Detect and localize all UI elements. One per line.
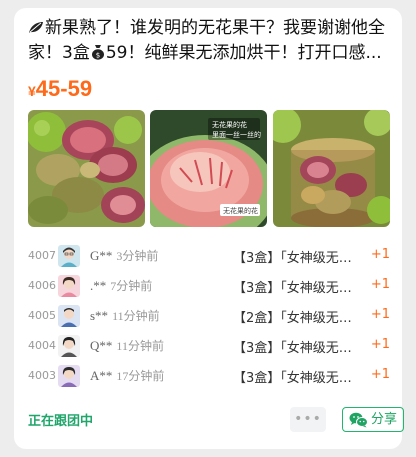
order-time: 3分钟前	[116, 249, 159, 263]
user-name: s**	[90, 308, 109, 323]
order-number: 4007	[28, 249, 56, 262]
price-currency: ¥	[28, 83, 36, 99]
order-number: 4006	[28, 279, 56, 292]
title-text-part2: 59！纯鲜果无添加烘干！打开口感...	[105, 43, 382, 63]
image-caption-3: 无花果的花	[223, 206, 258, 215]
user-avatar	[58, 305, 80, 327]
order-row[interactable]: 4007 G**3分钟前 【3盒】「女神级无花果干」 +1	[28, 243, 390, 273]
order-time: 7分钟前	[110, 279, 153, 293]
order-time: 17分钟前	[116, 369, 165, 383]
group-status: 正在跟团中	[28, 414, 94, 429]
share-button[interactable]: 分享	[342, 407, 404, 432]
order-quantity: +1	[370, 367, 390, 382]
leaf-icon	[29, 22, 43, 33]
more-button[interactable]: •••	[290, 407, 326, 432]
order-item: 【2盒】「女神级无花果干」	[233, 311, 353, 326]
order-item: 【3盒】「女神级无花果干」	[233, 341, 353, 356]
order-time: 11分钟前	[112, 309, 160, 323]
product-title[interactable]: 新果熟了！谁发明的无花果干？我要谢谢他全家！3盒 $ 59！纯鲜果无添加烘干！打…	[28, 16, 390, 66]
share-label: 分享	[371, 412, 398, 427]
order-row[interactable]: 4004 Q**11分钟前 【3盒】「女神级无花果干」 +1	[28, 333, 390, 363]
order-time: 11分钟前	[116, 339, 164, 353]
order-item: 【3盒】「女神级无花果干」	[233, 371, 353, 386]
product-image-fig-jar[interactable]	[273, 110, 390, 227]
order-list: 4007 G**3分钟前 【3盒】「女神级无花果干」 +1 4006 .**7分…	[28, 243, 390, 393]
image-caption-1: 无花果的花	[212, 120, 247, 129]
group-buy-card[interactable]: 新果熟了！谁发明的无花果干？我要谢谢他全家！3盒 $ 59！纯鲜果无添加烘干！打…	[14, 8, 404, 449]
order-quantity: +1	[370, 277, 390, 292]
user-name: A**	[90, 368, 113, 383]
money-bag-icon: $	[91, 45, 104, 60]
user-avatar	[58, 335, 80, 357]
order-item: 【3盒】「女神级无花果干」	[233, 281, 353, 296]
card-footer: 正在跟团中 ••• 分享	[28, 407, 404, 433]
order-number: 4004	[28, 339, 56, 352]
order-item: 【3盒】「女神级无花果干」	[233, 251, 353, 266]
wechat-icon	[349, 412, 368, 428]
price: ¥45-59	[28, 76, 92, 102]
user-name: .**	[90, 278, 107, 293]
order-quantity: +1	[370, 307, 390, 322]
order-row[interactable]: 4006 .**7分钟前 【3盒】「女神级无花果干」 +1	[28, 273, 390, 303]
product-gallery: 无花果的花 里面一丝一丝的 无花果的花	[28, 110, 390, 227]
user-avatar	[58, 245, 80, 267]
order-row[interactable]: 4003 A**17分钟前 【3盒】「女神级无花果干」 +1	[28, 363, 390, 393]
product-image-fresh-fig[interactable]: 无花果的花 里面一丝一丝的 无花果的花	[150, 110, 267, 227]
price-range: 45-59	[35, 76, 93, 101]
order-quantity: +1	[370, 247, 390, 262]
user-avatar	[58, 365, 80, 387]
svg-text:$: $	[96, 52, 100, 60]
product-image-dried-figs[interactable]	[28, 110, 145, 227]
order-number: 4003	[28, 369, 56, 382]
order-number: 4005	[28, 309, 56, 322]
user-avatar	[58, 275, 80, 297]
user-name: Q**	[90, 338, 113, 353]
order-quantity: +1	[370, 337, 390, 352]
order-row[interactable]: 4005 s**11分钟前 【2盒】「女神级无花果干」 +1	[28, 303, 390, 333]
user-name: G**	[90, 248, 113, 263]
image-caption-2: 里面一丝一丝的	[212, 130, 261, 139]
